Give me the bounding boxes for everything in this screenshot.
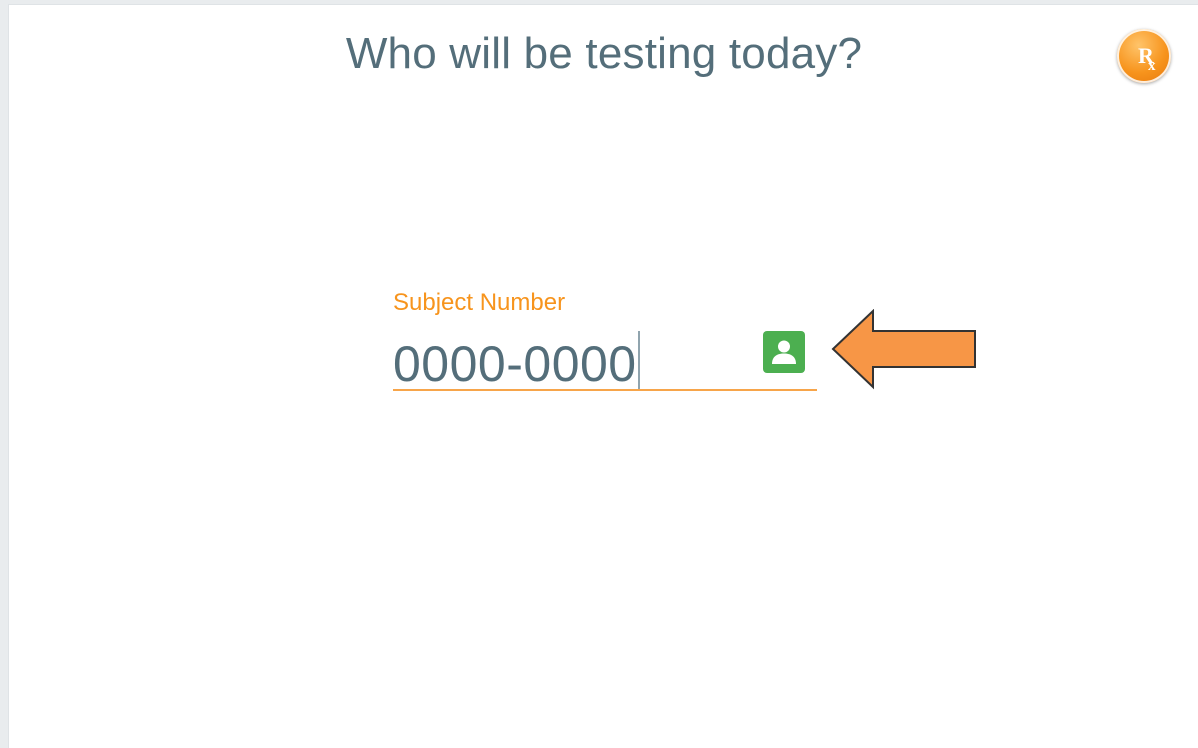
rx-icon: R x xyxy=(1138,43,1156,74)
rx-badge[interactable]: R x xyxy=(1117,29,1171,83)
subject-number-label: Subject Number xyxy=(393,289,566,316)
subject-number-text: 0000-0000 xyxy=(393,336,637,392)
text-caret xyxy=(637,331,640,389)
subject-lookup-button[interactable] xyxy=(763,331,805,373)
svg-text:x: x xyxy=(1148,58,1156,74)
subject-number-input[interactable]: 0000-0000 xyxy=(393,325,817,392)
subject-number-value[interactable]: 0000-0000 xyxy=(393,331,640,392)
page-title: Who will be testing today? xyxy=(345,29,863,78)
pointer-arrow-icon xyxy=(831,309,976,390)
app-screen: Who will be testing today? R x Subject N… xyxy=(8,4,1198,748)
contact-card-icon xyxy=(772,340,796,364)
subject-number-field: Subject Number 0000-0000 xyxy=(393,285,817,395)
